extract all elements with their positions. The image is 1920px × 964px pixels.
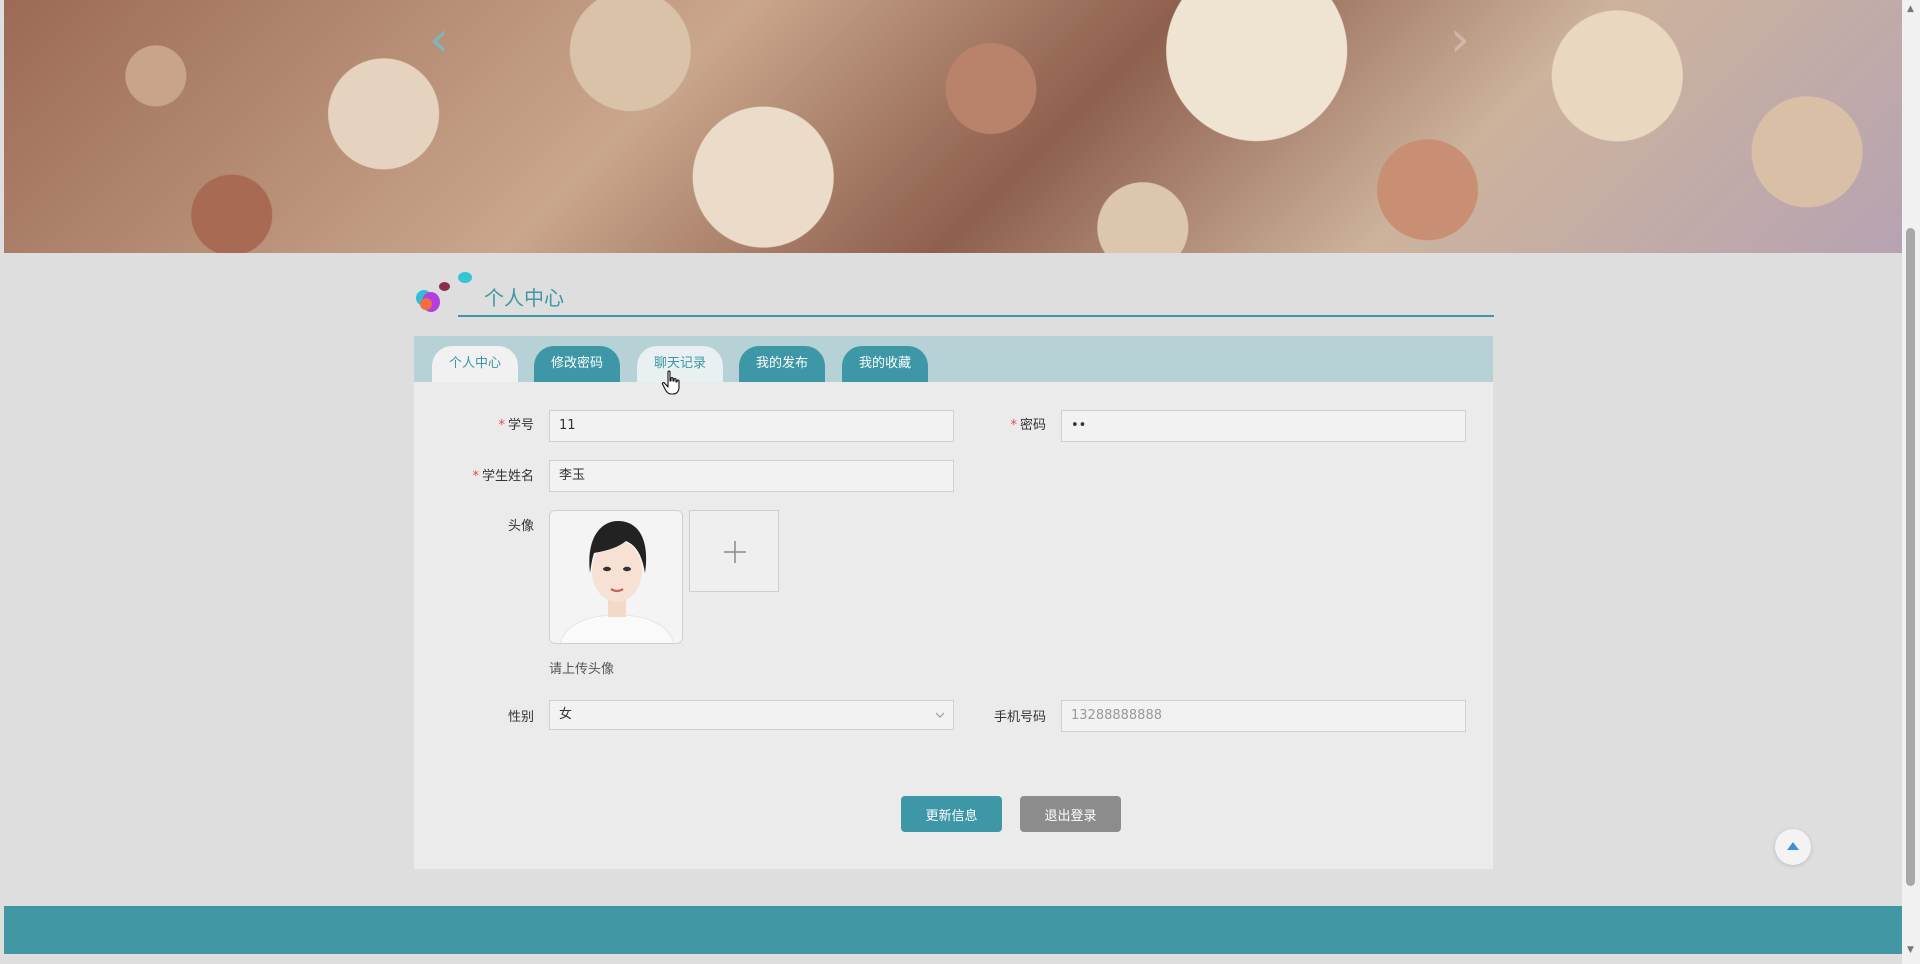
colorful-dots-logo-icon <box>414 270 476 320</box>
gender-selected-value: 女 <box>559 707 573 722</box>
footer-bar <box>4 906 1902 954</box>
avatar-image[interactable] <box>549 510 683 644</box>
tab-change-password[interactable]: 修改密码 <box>534 346 620 382</box>
chevron-left-icon[interactable]: ‹ <box>429 14 449 64</box>
update-info-button[interactable]: 更新信息 <box>901 796 1002 832</box>
plus-icon <box>724 541 746 563</box>
scroll-down-icon[interactable]: ▼ <box>1907 946 1914 955</box>
avatar-upload-button[interactable] <box>689 510 779 592</box>
gender-label: 性别 <box>507 710 534 725</box>
section-header: 个人中心 <box>414 270 1494 320</box>
phone-input[interactable]: 13288888888 <box>1061 700 1466 732</box>
profile-panel: 个人中心 修改密码 聊天记录 我的发布 我的收藏 * 学号 11 * 密码 •• *… <box>414 336 1493 869</box>
banner-carousel: ‹ › <box>4 0 1902 253</box>
password-input[interactable]: •• <box>1061 410 1466 442</box>
portrait-photo-icon <box>550 511 682 643</box>
tab-personal-center[interactable]: 个人中心 <box>432 346 518 382</box>
gender-select[interactable]: 女 <box>549 700 954 730</box>
page-title: 个人中心 <box>484 286 564 310</box>
password-label: * 密码 <box>1010 418 1046 433</box>
hand-cursor-icon <box>661 370 680 395</box>
avatar-upload-hint: 请上传头像 <box>549 662 615 677</box>
student-name-input[interactable]: 李玉 <box>549 460 954 492</box>
scroll-thumb[interactable] <box>1906 228 1915 886</box>
chevron-right-icon[interactable]: › <box>1450 14 1470 64</box>
back-to-top-button[interactable] <box>1775 829 1811 865</box>
tab-bar: 个人中心 修改密码 聊天记录 我的发布 我的收藏 <box>414 336 1493 382</box>
student-id-label: * 学号 <box>498 418 534 433</box>
avatar-label: 头像 <box>507 519 534 534</box>
tab-my-favorites[interactable]: 我的收藏 <box>842 346 928 382</box>
tab-my-posts[interactable]: 我的发布 <box>739 346 825 382</box>
student-id-input[interactable]: 11 <box>549 410 954 442</box>
title-divider <box>458 315 1494 317</box>
vertical-scrollbar[interactable]: ▲ ▼ <box>1902 0 1920 964</box>
phone-label: 手机号码 <box>993 710 1046 725</box>
scroll-up-icon[interactable]: ▲ <box>1907 5 1914 14</box>
logout-button[interactable]: 退出登录 <box>1020 796 1121 832</box>
arrow-up-icon <box>1787 842 1799 850</box>
student-name-label: * 学生姓名 <box>472 469 534 484</box>
